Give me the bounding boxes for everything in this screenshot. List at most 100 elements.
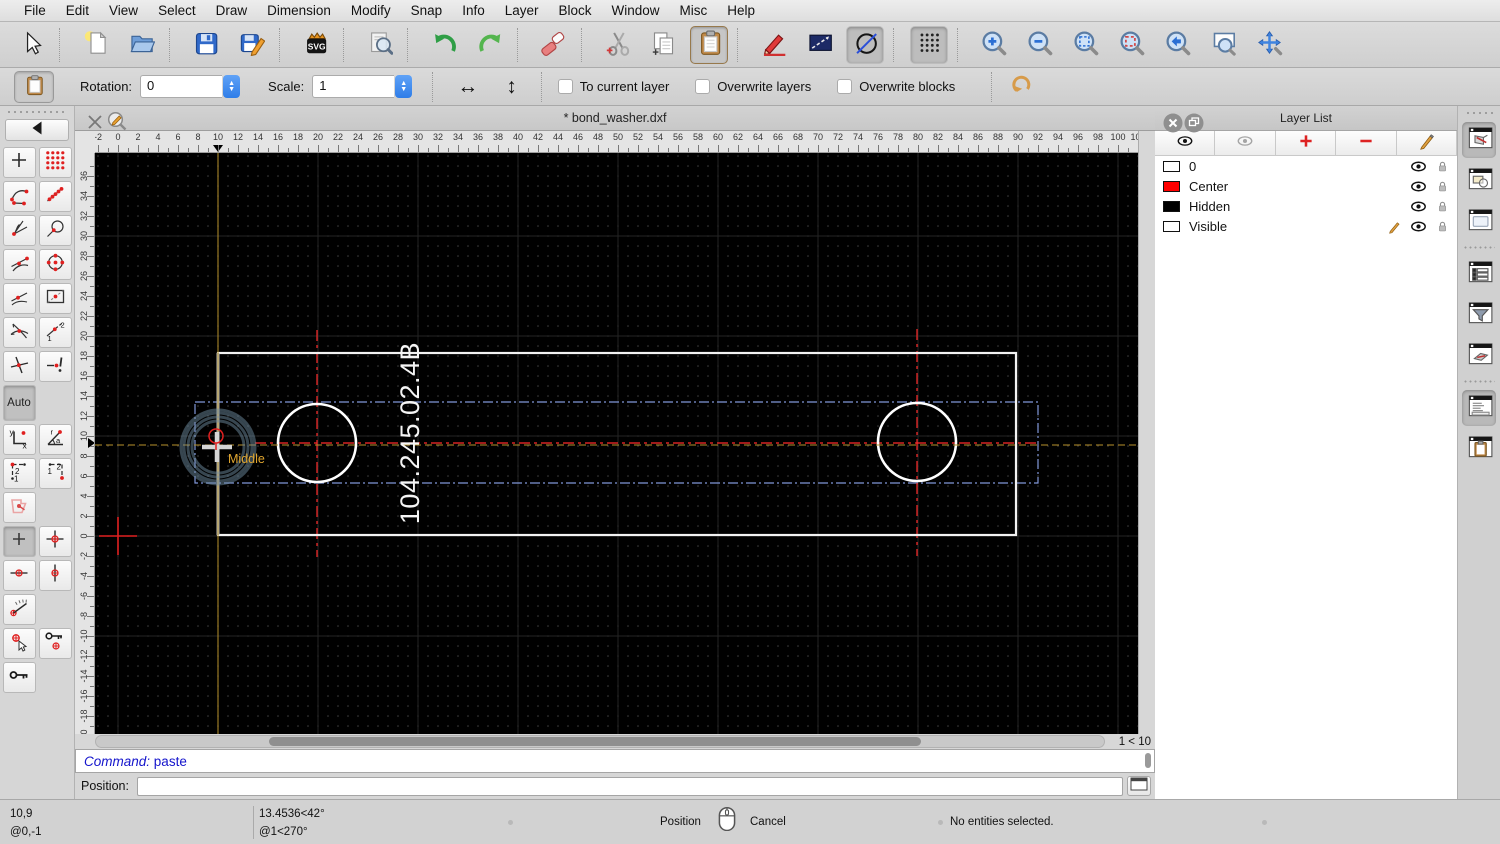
- dock-pen-wielder-button[interactable]: [1462, 338, 1496, 374]
- paste-options-button[interactable]: [14, 70, 54, 103]
- snap-tangent-button[interactable]: [2, 249, 36, 280]
- open-file-button[interactable]: [122, 26, 160, 64]
- checkbox-overwrite-layers[interactable]: Overwrite layers: [695, 79, 811, 94]
- restrict-free-button[interactable]: [2, 526, 36, 557]
- menu-layer[interactable]: Layer: [495, 0, 549, 22]
- pick-coordinate-button[interactable]: [2, 628, 36, 659]
- snap-center-button[interactable]: [38, 249, 72, 280]
- set-relative-zero-button[interactable]: [2, 662, 36, 693]
- detach-command-button[interactable]: [1127, 776, 1151, 796]
- menu-help[interactable]: Help: [717, 0, 765, 22]
- layer-color-swatch[interactable]: [1163, 180, 1180, 192]
- modify-layer-button[interactable]: [1396, 131, 1458, 155]
- draw-order-button[interactable]: [800, 26, 838, 64]
- delete-selected-button[interactable]: [534, 26, 572, 64]
- drawing-canvas[interactable]: 104.245.02.4B Middle: [95, 153, 1138, 734]
- layer-lock-icon[interactable]: [1433, 218, 1451, 234]
- save-file-button[interactable]: [186, 26, 224, 64]
- dock-pen-wizard-button[interactable]: [1462, 122, 1496, 158]
- snap-free-button[interactable]: [2, 147, 36, 178]
- zoom-window-button[interactable]: [1204, 26, 1242, 64]
- grid-toggle-button[interactable]: [910, 25, 948, 64]
- layer-visibility-eye-icon[interactable]: [1409, 218, 1427, 234]
- rotation-value[interactable]: 0: [140, 75, 223, 98]
- dock-layer-filter-button[interactable]: [1462, 297, 1496, 333]
- snap-restrict-box-button[interactable]: [38, 283, 72, 314]
- layer-lock-icon[interactable]: [1433, 198, 1451, 214]
- dock-clipboard-button[interactable]: [1462, 431, 1496, 467]
- restrict-vertical-button[interactable]: [38, 560, 72, 591]
- flip-vertical-icon[interactable]: ↕: [506, 75, 517, 99]
- command-line[interactable]: Command: paste: [75, 749, 1155, 773]
- layer-color-swatch[interactable]: [1163, 220, 1180, 232]
- restrict-horizontal-button[interactable]: [2, 560, 36, 591]
- snap-on-entity-button[interactable]: [38, 181, 72, 212]
- print-preview-button[interactable]: [360, 26, 398, 64]
- menu-draw[interactable]: Draw: [206, 0, 258, 22]
- zoom-selected-button[interactable]: [1112, 26, 1150, 64]
- copy-button[interactable]: [644, 26, 682, 64]
- menu-file[interactable]: File: [14, 0, 56, 22]
- rotation-stepper[interactable]: ▲ ▼: [223, 75, 241, 98]
- horizontal-scrollbar[interactable]: [95, 735, 1105, 748]
- menu-window[interactable]: Window: [602, 0, 670, 22]
- layer-row-visible[interactable]: Visible: [1155, 216, 1457, 236]
- checkbox-box[interactable]: [837, 79, 853, 94]
- lock-relative-zero-button[interactable]: [38, 628, 72, 659]
- close-panel-icon[interactable]: [1161, 111, 1183, 132]
- zoom-in-button[interactable]: [974, 26, 1012, 64]
- layer-row-center[interactable]: Center: [1155, 176, 1457, 196]
- layer-color-swatch[interactable]: [1163, 160, 1180, 172]
- angle-gauge-button[interactable]: [2, 594, 36, 625]
- circle-tool-button[interactable]: [846, 25, 884, 64]
- menu-dimension[interactable]: Dimension: [257, 0, 341, 22]
- menu-select[interactable]: Select: [148, 0, 206, 22]
- rotation-field[interactable]: 0 ▲ ▼: [140, 75, 241, 98]
- pointer-tool-button[interactable]: [12, 26, 50, 64]
- svg-export-button[interactable]: SVG: [296, 26, 334, 64]
- checkbox-overwrite-blocks[interactable]: Overwrite blocks: [837, 79, 955, 94]
- menu-block[interactable]: Block: [549, 0, 602, 22]
- add-layer-button[interactable]: [1275, 131, 1337, 155]
- layer-color-swatch[interactable]: [1163, 200, 1180, 212]
- coordinate-polar-button[interactable]: ra: [38, 424, 72, 455]
- zoom-auto-button[interactable]: [1066, 26, 1104, 64]
- snap-perpendicular-button[interactable]: [2, 215, 36, 246]
- snap-intersection-manual-button[interactable]: 12: [38, 317, 72, 348]
- undo-button[interactable]: [424, 26, 462, 64]
- redo-button[interactable]: [470, 26, 508, 64]
- dock-library-browser-button[interactable]: [1462, 204, 1496, 240]
- relative-point-1-button[interactable]: 21: [2, 458, 36, 489]
- flip-horizontal-icon[interactable]: ↔: [457, 75, 478, 99]
- checkbox-box[interactable]: [557, 79, 573, 94]
- menu-view[interactable]: View: [99, 0, 148, 22]
- menu-misc[interactable]: Misc: [670, 0, 718, 22]
- snap-endpoints-button[interactable]: [2, 181, 36, 212]
- scrollbar-thumb[interactable]: [269, 737, 921, 746]
- snap-distance-button[interactable]: [38, 215, 72, 246]
- layer-row-0[interactable]: 0: [1155, 156, 1457, 176]
- restrict-nothing-button[interactable]: [2, 351, 36, 382]
- hide-all-layers-button[interactable]: [1215, 131, 1276, 155]
- dock-command-line-button[interactable]: [1462, 390, 1496, 426]
- snap-grid-button[interactable]: [38, 147, 72, 178]
- new-file-button[interactable]: [76, 26, 114, 64]
- zoom-out-button[interactable]: [1020, 26, 1058, 64]
- coordinate-cartesian-button[interactable]: yx: [2, 424, 36, 455]
- save-as-button[interactable]: [232, 26, 270, 64]
- checkbox-to-current-layer[interactable]: To current layer: [557, 79, 669, 94]
- menu-info[interactable]: Info: [452, 0, 495, 22]
- layer-lock-icon[interactable]: [1433, 178, 1451, 194]
- scale-value[interactable]: 1: [312, 75, 395, 98]
- select-contour-button[interactable]: [2, 492, 36, 523]
- scale-field[interactable]: 1 ▲ ▼: [312, 75, 413, 98]
- layer-visibility-eye-icon[interactable]: [1409, 198, 1427, 214]
- zoom-pan-button[interactable]: [1250, 26, 1288, 64]
- command-scrollbar[interactable]: [1145, 753, 1151, 768]
- scale-stepper[interactable]: ▲ ▼: [395, 75, 413, 98]
- show-all-layers-button[interactable]: [1155, 131, 1216, 155]
- layer-visibility-eye-icon[interactable]: [1409, 178, 1427, 194]
- cut-button[interactable]: [598, 26, 636, 64]
- snap-nearest-button[interactable]: [2, 283, 36, 314]
- vertical-scrollbar[interactable]: [1138, 131, 1155, 734]
